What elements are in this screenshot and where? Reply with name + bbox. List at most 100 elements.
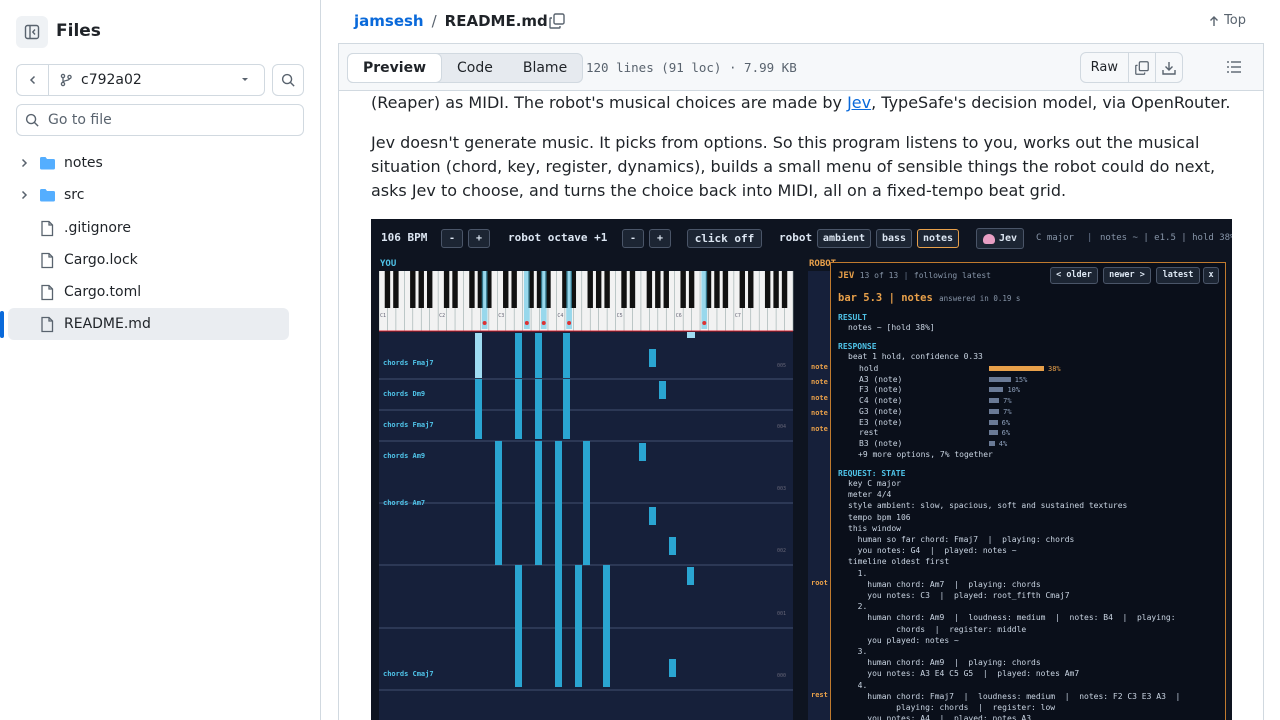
- jev-panel-header: JEV 13 of 13 | following latest: [838, 271, 991, 281]
- note-bar: [555, 565, 562, 687]
- go-to-file: [16, 104, 304, 136]
- black-key: [739, 271, 746, 308]
- go-to-file-input[interactable]: [48, 112, 288, 128]
- copy-icon[interactable]: [548, 12, 566, 30]
- note-bar: [669, 659, 676, 677]
- close-panel-button[interactable]: x: [1203, 267, 1219, 284]
- tree-item-notes[interactable]: notes: [8, 147, 289, 179]
- option-probability-bar: [989, 408, 1000, 414]
- result-value: notes ~ [hold 38%]: [848, 323, 935, 332]
- latest-button[interactable]: latest: [1156, 267, 1200, 284]
- bpm-plus-button[interactable]: +: [468, 229, 490, 248]
- pressed-key: [540, 271, 547, 329]
- top-button[interactable]: Top: [1208, 13, 1246, 28]
- tree-item-gitignore[interactable]: .gitignore: [8, 212, 289, 244]
- tab-code[interactable]: Code: [442, 54, 508, 82]
- branch-name: c792a02: [81, 72, 142, 88]
- caret-down-icon: [242, 78, 248, 81]
- jev-label: Jev: [999, 233, 1018, 244]
- brain-icon: [983, 234, 995, 244]
- paragraph-text: (Reaper) as MIDI. The robot's musical ch…: [371, 93, 848, 112]
- piano-roll: C1 C2 C3 C4 C5 C6 C7 chords Fmaj7 chords Dm9 chor…: [379, 271, 794, 720]
- black-key: [714, 271, 720, 308]
- file-tree: notes src .gitignore Cargo.lock Cargo.to…: [8, 147, 289, 341]
- state-line: this window: [848, 523, 901, 533]
- octave-label: C6: [676, 313, 682, 319]
- note-bar: [515, 333, 522, 378]
- mode-bass-button[interactable]: bass: [876, 229, 912, 248]
- key-label: C major: [1036, 233, 1074, 243]
- download-button[interactable]: [1155, 53, 1182, 82]
- note-bar: [535, 379, 542, 439]
- search-files-button[interactable]: [272, 64, 304, 96]
- octave-label: C2: [439, 313, 445, 319]
- tree-item-src[interactable]: src: [8, 179, 289, 211]
- newer-button[interactable]: newer >: [1103, 267, 1151, 284]
- outline-list-icon[interactable]: [1226, 59, 1242, 75]
- bpm-minus-button[interactable]: -: [441, 229, 463, 248]
- download-icon: [1162, 61, 1176, 75]
- folder-icon: [40, 157, 55, 170]
- request-header: REQUEST: STATE: [838, 469, 906, 478]
- click-toggle-button[interactable]: click off: [687, 229, 762, 248]
- octave-plus-button[interactable]: +: [649, 229, 671, 248]
- chevron-right-icon: [21, 158, 28, 168]
- black-key: [646, 271, 653, 308]
- breadcrumb-repo-link[interactable]: jamsesh: [354, 12, 424, 30]
- note-bar: [575, 565, 582, 687]
- sidebar-collapse-button[interactable]: [16, 16, 48, 48]
- black-key: [663, 271, 669, 308]
- file-toolbar: Preview Code Blame 120 lines (91 loc) · …: [338, 44, 1264, 91]
- file-icon: [41, 317, 54, 333]
- option-label: rest: [859, 428, 879, 438]
- option-label: E3 (note): [859, 417, 903, 427]
- app-topbar: 106 BPM - + robot octave +1 - + click of…: [371, 219, 1232, 257]
- branch-selector[interactable]: c792a02: [49, 65, 264, 95]
- state-line: tempo bpm 106: [848, 512, 911, 522]
- jev-link[interactable]: Jev: [847, 93, 871, 112]
- result-header: RESULT: [838, 313, 867, 322]
- black-key: [410, 271, 416, 308]
- option-label: A3 (note): [859, 374, 903, 384]
- mode-ambient-button[interactable]: ambient: [817, 229, 871, 248]
- back-button[interactable]: [17, 65, 49, 95]
- tree-item-cargo-toml[interactable]: Cargo.toml: [8, 276, 289, 308]
- option-percent: 10%: [1007, 386, 1021, 395]
- jev-button[interactable]: Jev: [976, 228, 1024, 249]
- option-probability-bar: [989, 430, 998, 436]
- note-bar: [639, 443, 646, 461]
- state-line: chords | register: middle: [848, 624, 1027, 634]
- robot-event-label: note: [811, 394, 828, 402]
- copy-raw-button[interactable]: [1128, 53, 1155, 82]
- chord-label: chords Dm9: [383, 390, 425, 398]
- raw-button[interactable]: Raw: [1081, 53, 1128, 82]
- note-bar-highlight: [475, 333, 482, 378]
- file-actions: Raw: [1079, 52, 1183, 83]
- note-bar: [603, 565, 610, 687]
- bar-number: 005: [777, 363, 786, 369]
- octave-label: C1: [380, 313, 386, 319]
- chord-label: chords Cmaj7: [383, 670, 434, 678]
- tree-item-readme[interactable]: README.md: [8, 308, 289, 341]
- tab-blame[interactable]: Blame: [508, 54, 582, 82]
- top-label: Top: [1224, 13, 1246, 28]
- readme-paragraph-1: (Reaper) as MIDI. The robot's musical ch…: [371, 91, 1251, 115]
- tree-item-cargo-lock[interactable]: Cargo.lock: [8, 244, 289, 276]
- octave-label: C3: [498, 313, 504, 319]
- option-percent: 7%: [1003, 407, 1012, 416]
- black-key: [680, 271, 686, 308]
- option-percent: 7%: [1003, 397, 1012, 406]
- branch-group: c792a02: [16, 64, 265, 96]
- option-percent: 6%: [1001, 429, 1011, 438]
- octave-minus-button[interactable]: -: [622, 229, 644, 248]
- bar-number: 004: [777, 424, 786, 430]
- app-screenshot: 106 BPM - + robot octave +1 - + click of…: [371, 219, 1232, 720]
- jev-panel-title: JEV: [838, 271, 855, 281]
- mode-notes-button[interactable]: notes: [917, 229, 959, 248]
- note-bar: [659, 381, 666, 399]
- pressed-key-dot: [524, 321, 529, 325]
- option-label: F3 (note): [859, 385, 903, 395]
- older-button[interactable]: < older: [1050, 267, 1098, 284]
- tab-preview[interactable]: Preview: [347, 53, 443, 83]
- answered-text: answered in 0.19 s: [939, 294, 1021, 303]
